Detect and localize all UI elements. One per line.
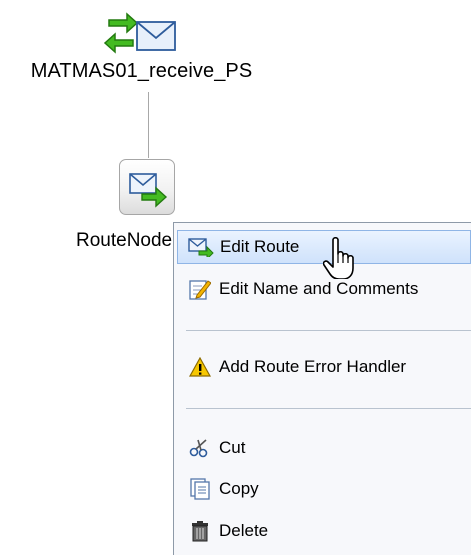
menu-item-label: Cut	[219, 438, 246, 457]
menu-item-label: Add Route Error Handler	[219, 357, 407, 376]
copy-icon	[187, 478, 213, 500]
menu-item-label: Copy	[219, 479, 259, 498]
flow-connector-line	[148, 92, 149, 158]
menu-item-add-route-error-handler[interactable]: Add Route Error Handler	[177, 350, 471, 384]
edit-route-icon	[188, 236, 214, 258]
menu-item-delete[interactable]: Delete	[177, 514, 471, 548]
menu-item-label: Delete	[219, 521, 269, 540]
menu-item-label: Edit Route	[220, 237, 300, 256]
menu-item-cut[interactable]: Cut	[177, 431, 471, 465]
menu-item-copy[interactable]: Copy	[177, 472, 471, 506]
menu-item-label: Edit Name and Comments	[219, 279, 419, 298]
route-node-label: RouteNode1	[76, 230, 183, 251]
menu-separator	[186, 408, 471, 409]
route-envelope-icon	[129, 173, 168, 208]
warning-icon	[187, 356, 213, 378]
route-node[interactable]	[119, 159, 175, 215]
trash-icon	[187, 520, 213, 542]
proxy-service-envelope-icon[interactable]	[99, 10, 179, 56]
menu-separator	[186, 330, 471, 331]
hand-pointer-icon	[322, 236, 357, 280]
scissors-icon	[187, 437, 213, 459]
edit-pencil-icon	[187, 278, 213, 300]
proxy-service-label: MATMAS01_receive_PS	[30, 60, 253, 82]
context-menu: Edit Route Edit Name and Comments Add Ro…	[173, 222, 471, 555]
